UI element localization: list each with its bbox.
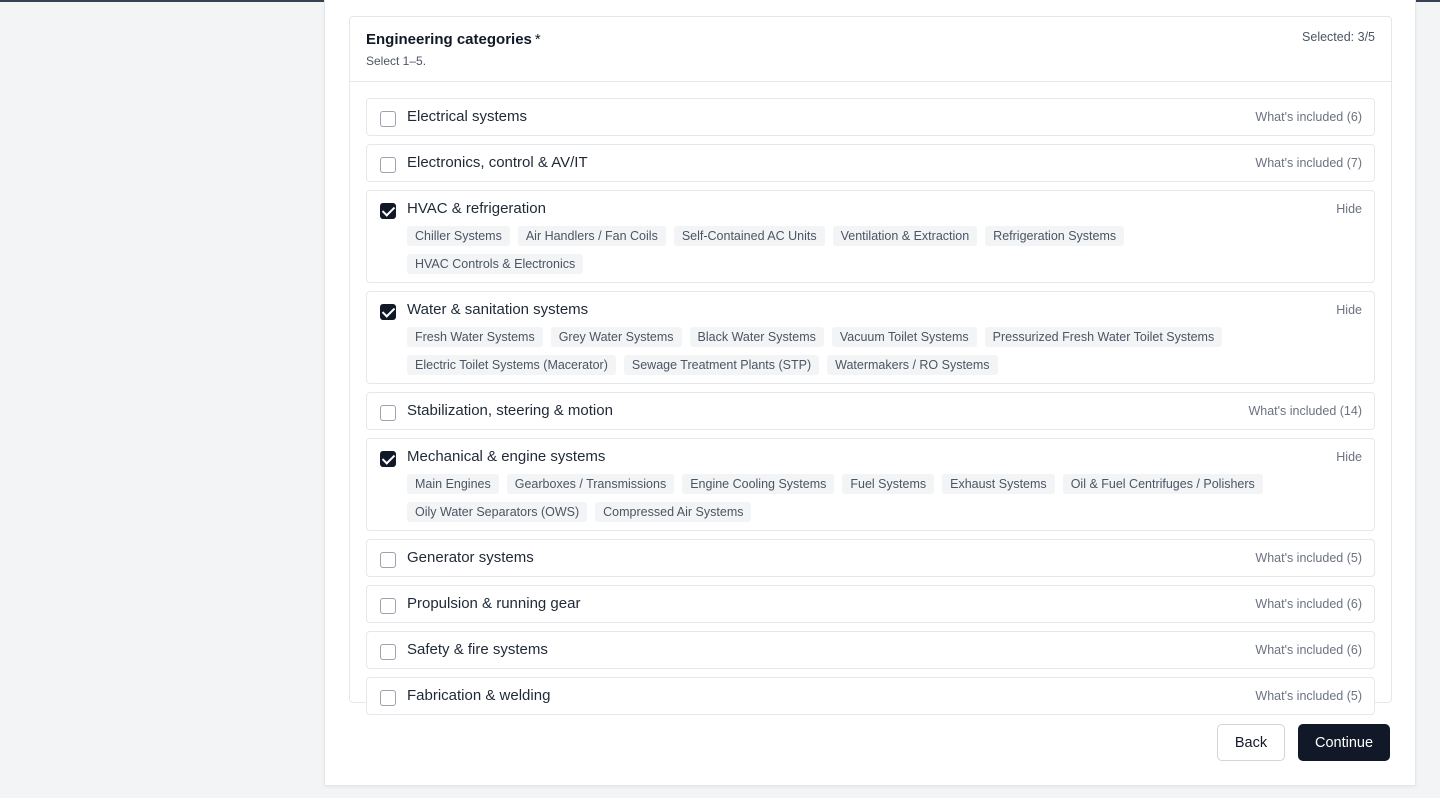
hide-toggle[interactable]: Hide <box>1336 202 1362 216</box>
category-row: Electrical systems What's included (6) <box>367 99 1374 135</box>
whats-included-toggle[interactable]: What's included (6) <box>1255 597 1362 611</box>
whats-included-toggle[interactable]: What's included (7) <box>1255 156 1362 170</box>
category-checkbox[interactable] <box>380 405 396 421</box>
form-actions: Back Continue <box>1217 724 1390 761</box>
category-item[interactable]: Electronics, control & AV/IT What's inclu… <box>366 144 1375 182</box>
category-checkbox[interactable] <box>380 598 396 614</box>
included-item-chip: Ventilation & Extraction <box>832 226 978 246</box>
category-row: Generator systems What's included (5) <box>367 540 1374 576</box>
included-item-chip: Air Handlers / Fan Coils <box>517 226 666 246</box>
included-item-chip: Fuel Systems <box>842 474 935 494</box>
included-item-chip: Grey Water Systems <box>550 327 682 347</box>
category-name: Electronics, control & AV/IT <box>407 154 588 171</box>
category-row: Water & sanitation systems Hide <box>367 292 1374 328</box>
category-item[interactable]: HVAC & refrigeration Hide Chiller Systems A… <box>366 190 1375 283</box>
main-panel: Engineering categories * Select 1–5. Sele… <box>324 0 1416 786</box>
back-button[interactable]: Back <box>1217 724 1285 761</box>
continue-button[interactable]: Continue <box>1298 724 1390 761</box>
category-checkbox[interactable] <box>380 111 396 127</box>
category-name: Stabilization, steering & motion <box>407 402 613 419</box>
category-name: HVAC & refrigeration <box>407 200 546 217</box>
category-checkbox[interactable] <box>380 304 396 320</box>
included-item-chip: Watermakers / RO Systems <box>827 355 998 375</box>
category-name: Mechanical & engine systems <box>407 448 606 465</box>
category-row: Propulsion & running gear What's included… <box>367 586 1374 622</box>
included-item-chip: Black Water Systems <box>689 327 824 347</box>
category-checkbox[interactable] <box>380 690 396 706</box>
included-item-chip: Chiller Systems <box>407 226 510 246</box>
included-item-chip: Electric Toilet Systems (Macerator) <box>407 355 616 375</box>
included-item-chip: Oily Water Separators (OWS) <box>407 502 588 522</box>
category-name: Electrical systems <box>407 108 528 125</box>
included-item-chip: Oil & Fuel Centrifuges / Polishers <box>1062 474 1263 494</box>
category-item[interactable]: Propulsion & running gear What's included… <box>366 585 1375 623</box>
category-name: Propulsion & running gear <box>407 595 581 612</box>
selected-count: Selected: 3/5 <box>1302 30 1375 44</box>
included-item-chip: Engine Cooling Systems <box>682 474 835 494</box>
whats-included-toggle[interactable]: What's included (5) <box>1255 689 1362 703</box>
category-checkbox[interactable] <box>380 451 396 467</box>
hide-toggle[interactable]: Hide <box>1336 450 1362 464</box>
required-mark: * <box>534 31 541 48</box>
section-title: Engineering categories * <box>366 31 541 48</box>
included-item-chip: Main Engines <box>407 474 499 494</box>
category-item[interactable]: Water & sanitation systems Hide Fresh Wate… <box>366 291 1375 384</box>
included-items: Fresh Water Systems Grey Water Systems Bla… <box>367 327 1374 383</box>
included-item-chip: Compressed Air Systems <box>595 502 752 522</box>
category-checkbox[interactable] <box>380 203 396 219</box>
card-header: Engineering categories * Select 1–5. Sele… <box>350 17 1391 82</box>
included-item-chip: Refrigeration Systems <box>985 226 1125 246</box>
category-name: Safety & fire systems <box>407 641 548 658</box>
category-checkbox[interactable] <box>380 157 396 173</box>
category-item[interactable]: Fabrication & welding What's included (5) <box>366 677 1375 715</box>
included-item-chip: Pressurized Fresh Water Toilet Systems <box>984 327 1223 347</box>
category-name: Generator systems <box>407 549 534 566</box>
category-name: Fabrication & welding <box>407 687 551 704</box>
category-checkbox[interactable] <box>380 644 396 660</box>
category-row: Mechanical & engine systems Hide <box>367 439 1374 475</box>
included-item-chip: HVAC Controls & Electronics <box>407 254 584 274</box>
category-item[interactable]: Stabilization, steering & motion What's i… <box>366 392 1375 430</box>
included-item-chip: Self-Contained AC Units <box>673 226 825 246</box>
category-row: HVAC & refrigeration Hide <box>367 191 1374 227</box>
section-title-text: Engineering categories <box>366 31 532 48</box>
category-row: Safety & fire systems What's included (6) <box>367 632 1374 668</box>
category-item[interactable]: Safety & fire systems What's included (6) <box>366 631 1375 669</box>
hide-toggle[interactable]: Hide <box>1336 303 1362 317</box>
whats-included-toggle[interactable]: What's included (14) <box>1248 404 1362 418</box>
section-subtitle: Select 1–5. <box>366 54 427 68</box>
whats-included-toggle[interactable]: What's included (6) <box>1255 643 1362 657</box>
category-item[interactable]: Mechanical & engine systems Hide Main Engi… <box>366 438 1375 531</box>
included-item-chip: Vacuum Toilet Systems <box>831 327 977 347</box>
category-row: Fabrication & welding What's included (5) <box>367 678 1374 714</box>
whats-included-toggle[interactable]: What's included (5) <box>1255 551 1362 565</box>
engineering-categories-card: Engineering categories * Select 1–5. Sele… <box>349 16 1392 715</box>
category-checkbox[interactable] <box>380 552 396 568</box>
category-list: Electrical systems What's included (6) Ele… <box>366 98 1375 723</box>
included-item-chip: Gearboxes / Transmissions <box>506 474 675 494</box>
category-item[interactable]: Electrical systems What's included (6) <box>366 98 1375 136</box>
included-items: Main Engines Gearboxes / Transmissions Eng… <box>367 474 1374 530</box>
included-items: Chiller Systems Air Handlers / Fan Coils S… <box>367 226 1374 282</box>
category-name: Water & sanitation systems <box>407 301 589 318</box>
included-item-chip: Sewage Treatment Plants (STP) <box>623 355 820 375</box>
included-item-chip: Exhaust Systems <box>942 474 1055 494</box>
category-row: Stabilization, steering & motion What's i… <box>367 393 1374 429</box>
category-row: Electronics, control & AV/IT What's inclu… <box>367 145 1374 181</box>
category-item[interactable]: Generator systems What's included (5) <box>366 539 1375 577</box>
whats-included-toggle[interactable]: What's included (6) <box>1255 110 1362 124</box>
included-item-chip: Fresh Water Systems <box>407 327 543 347</box>
